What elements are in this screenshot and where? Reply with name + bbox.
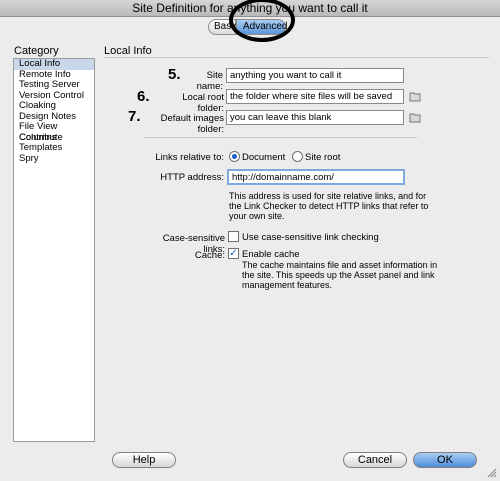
category-item-spry[interactable]: Spry <box>14 153 94 165</box>
site-definition-dialog: Site Definition for anything you want to… <box>0 0 500 481</box>
http-help-line: your own site. <box>229 211 285 221</box>
cache-label: Cache: <box>194 250 225 261</box>
links-relative-label: Links relative to: <box>155 152 224 163</box>
category-item-file-view-columns[interactable]: File View Columns <box>14 121 94 142</box>
category-list: Local Info Remote Info Testing Server Ve… <box>13 58 95 442</box>
document-radio[interactable] <box>229 151 240 162</box>
tab-advanced[interactable]: Advanced <box>236 19 287 35</box>
cache-help-line: The cache maintains file and asset infor… <box>242 260 438 270</box>
ok-button[interactable]: OK <box>413 452 477 468</box>
category-item-templates[interactable]: Templates <box>14 142 94 154</box>
folder-icon[interactable] <box>409 91 421 102</box>
panel-divider <box>104 57 489 58</box>
http-help-line: This address is used for site relative l… <box>229 191 427 201</box>
enable-cache-option: Enable cache <box>242 249 300 260</box>
http-address-help: This address is used for site relative l… <box>229 191 428 221</box>
case-sensitive-checkbox[interactable] <box>228 231 239 242</box>
cache-help-line: management features. <box>242 280 333 290</box>
resize-grip-icon[interactable] <box>487 468 497 478</box>
tab-bar: Basic Advanced <box>208 19 287 35</box>
local-root-folder-label: Local root folder: <box>182 92 224 114</box>
document-radio-label: Document <box>242 152 286 163</box>
local-root-folder-input[interactable]: the folder where site files will be save… <box>226 89 404 104</box>
cache-help-line: the site. This speeds up the Asset panel… <box>242 270 435 280</box>
default-images-folder-label: Default images folder: <box>160 113 224 135</box>
panel-title: Local Info <box>104 45 152 57</box>
step-number-7: 7. <box>128 108 141 125</box>
category-item-local-info[interactable]: Local Info <box>14 58 94 70</box>
tab-basic[interactable]: Basic <box>208 19 238 35</box>
http-address-input[interactable]: http://domainname.com/ <box>227 169 405 185</box>
case-sensitive-option: Use case-sensitive link checking <box>242 232 379 243</box>
site-root-radio-label: Site root <box>305 152 341 163</box>
enable-cache-checkbox[interactable]: ✓ <box>228 248 239 259</box>
window-title: Site Definition for anything you want to… <box>0 0 500 17</box>
site-root-radio[interactable] <box>292 151 303 162</box>
http-address-label: HTTP address: <box>160 172 224 183</box>
default-images-folder-input[interactable]: you can leave this blank <box>226 110 404 125</box>
help-button[interactable]: Help <box>112 452 176 468</box>
http-help-line: the Link Checker to detect HTTP links th… <box>229 201 429 211</box>
step-number-5: 5. <box>168 66 181 83</box>
section-divider <box>144 137 417 138</box>
category-title: Category <box>14 45 59 57</box>
category-item-cloaking[interactable]: Cloaking <box>14 100 94 112</box>
step-number-6: 6. <box>137 88 150 105</box>
category-item-testing-server[interactable]: Testing Server <box>14 79 94 91</box>
site-name-input[interactable]: anything you want to call it <box>226 68 404 83</box>
cache-help: The cache maintains file and asset infor… <box>242 260 437 290</box>
folder-icon[interactable] <box>409 112 421 123</box>
cancel-button[interactable]: Cancel <box>343 452 407 468</box>
site-name-label: Site name: <box>196 70 223 92</box>
